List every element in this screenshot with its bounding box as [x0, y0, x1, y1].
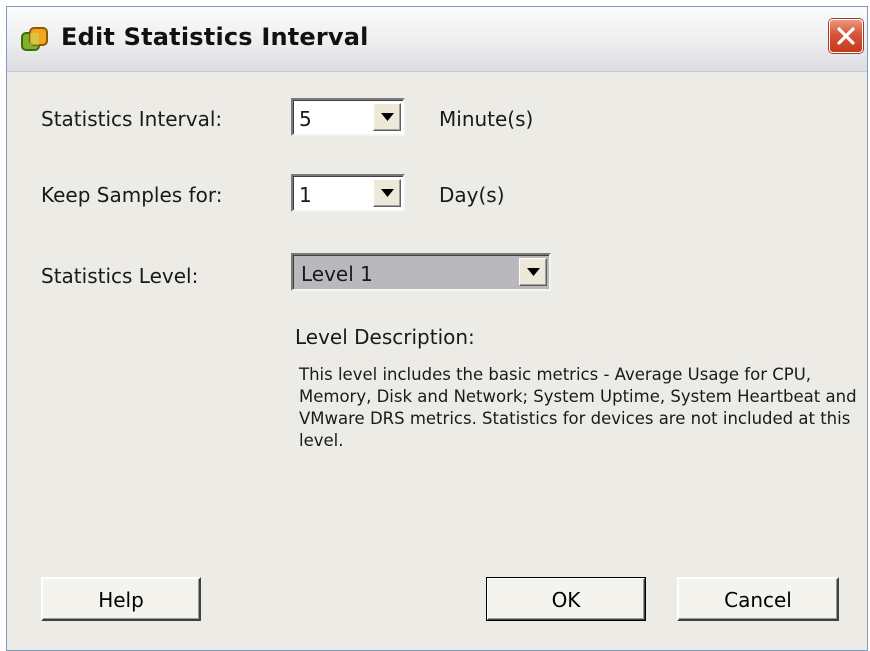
chevron-down-icon [527, 268, 540, 276]
statistics-level-dropdown-button[interactable] [519, 258, 547, 286]
close-button[interactable] [829, 19, 863, 53]
ok-button[interactable]: OK [486, 577, 646, 621]
cancel-button[interactable]: Cancel [677, 577, 839, 621]
close-icon [837, 27, 855, 45]
dialog-title: Edit Statistics Interval [61, 23, 369, 51]
statistics-interval-label: Statistics Interval: [41, 107, 223, 131]
edit-statistics-interval-dialog: Edit Statistics Interval Statistics Inte… [6, 6, 868, 651]
statistics-interval-unit: Minute(s) [439, 107, 534, 131]
chevron-down-icon [381, 189, 394, 197]
vmware-vsphere-icon [19, 25, 51, 55]
keep-samples-label: Keep Samples for: [41, 183, 223, 207]
level-description-heading: Level Description: [295, 325, 475, 349]
statistics-level-select[interactable]: Level 1 [291, 253, 551, 291]
level-description-text: This level includes the basic metrics - … [299, 365, 857, 450]
statistics-interval-dropdown-button[interactable] [373, 103, 401, 131]
keep-samples-unit: Day(s) [439, 183, 505, 207]
statistics-interval-value: 5 [299, 107, 312, 131]
help-button[interactable]: Help [41, 577, 201, 621]
statistics-level-label: Statistics Level: [41, 264, 199, 288]
chevron-down-icon [381, 113, 394, 121]
keep-samples-value: 1 [299, 183, 312, 207]
title-bar[interactable]: Edit Statistics Interval [7, 7, 867, 72]
statistics-interval-select[interactable]: 5 [291, 98, 405, 136]
statistics-level-value: Level 1 [301, 262, 373, 286]
keep-samples-dropdown-button[interactable] [373, 179, 401, 207]
keep-samples-select[interactable]: 1 [291, 174, 405, 212]
